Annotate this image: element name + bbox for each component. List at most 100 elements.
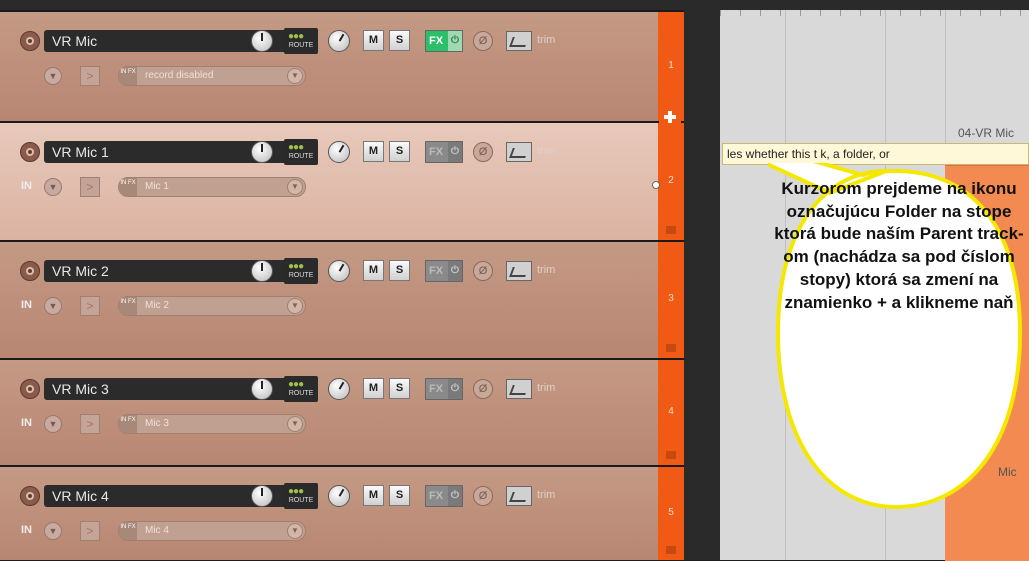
record-arm-icon[interactable]: [20, 142, 40, 162]
fx-button[interactable]: FX ⏻: [425, 141, 463, 163]
track-number-column[interactable]: 4: [658, 358, 684, 465]
resize-handle[interactable]: [652, 181, 660, 189]
monitor-icon[interactable]: >: [80, 296, 100, 316]
envelope-icon[interactable]: [506, 31, 532, 51]
track-number-column[interactable]: 1: [658, 10, 684, 121]
folder-icon[interactable]: [666, 344, 676, 352]
input-select[interactable]: IN FX record disabled ▼: [118, 66, 306, 86]
route-button[interactable]: ●●● ROUTE: [284, 139, 318, 165]
mute-button[interactable]: M: [363, 260, 384, 281]
dropdown-icon[interactable]: ▼: [287, 179, 303, 195]
record-arm-icon[interactable]: [20, 379, 40, 399]
power-icon[interactable]: ⏻: [448, 379, 462, 399]
solo-button[interactable]: S: [389, 260, 410, 281]
fx-button[interactable]: FX ⏻: [425, 260, 463, 282]
in-fx-icon[interactable]: IN FX: [119, 67, 137, 85]
mute-button[interactable]: M: [363, 141, 384, 162]
envelope-icon[interactable]: [506, 379, 532, 399]
phase-icon[interactable]: Ø: [473, 31, 493, 51]
in-fx-icon[interactable]: IN FX: [119, 178, 137, 196]
volume-knob[interactable]: [251, 378, 273, 400]
mute-button[interactable]: M: [363, 30, 384, 51]
pan-knob[interactable]: [328, 30, 350, 52]
phase-icon[interactable]: Ø: [473, 379, 493, 399]
dropdown-icon[interactable]: ▼: [287, 416, 303, 432]
track-panel[interactable]: [0, 358, 658, 465]
record-arm-icon[interactable]: [20, 261, 40, 281]
phase-icon[interactable]: Ø: [473, 142, 493, 162]
power-icon[interactable]: ⏻: [448, 31, 462, 51]
folder-plus-icon[interactable]: [659, 107, 681, 127]
solo-button[interactable]: S: [389, 485, 410, 506]
record-arm-icon[interactable]: [20, 486, 40, 506]
record-arm-icon[interactable]: [20, 31, 40, 51]
input-select[interactable]: IN FX Mic 1 ▼: [118, 177, 306, 197]
input-select[interactable]: IN FX Mic 2 ▼: [118, 296, 306, 316]
pan-knob[interactable]: [328, 260, 350, 282]
track-number: 2: [668, 174, 674, 186]
volume-knob[interactable]: [251, 260, 273, 282]
mute-button[interactable]: M: [363, 378, 384, 399]
input-label: IN: [21, 417, 32, 429]
track-number-column[interactable]: 3: [658, 240, 684, 358]
input-text: Mic 4: [145, 525, 169, 536]
timeline-ruler[interactable]: [720, 10, 1029, 16]
trim-label[interactable]: trim: [537, 489, 555, 501]
mute-button[interactable]: M: [363, 485, 384, 506]
envelope-icon[interactable]: [506, 261, 532, 281]
fx-label: FX: [429, 490, 444, 502]
monitor-icon[interactable]: >: [80, 414, 100, 434]
track-number-column[interactable]: 5: [658, 465, 684, 560]
trim-label[interactable]: trim: [537, 34, 555, 46]
track-number-column[interactable]: 2: [658, 121, 684, 240]
envelope-icon[interactable]: [506, 142, 532, 162]
pan-knob[interactable]: [328, 378, 350, 400]
trim-label[interactable]: trim: [537, 382, 555, 394]
solo-button[interactable]: S: [389, 141, 410, 162]
fx-button[interactable]: FX ⏻: [425, 485, 463, 507]
in-fx-icon[interactable]: IN FX: [119, 415, 137, 433]
folder-icon[interactable]: [666, 451, 676, 459]
in-fx-icon[interactable]: IN FX: [119, 297, 137, 315]
phase-icon[interactable]: Ø: [473, 261, 493, 281]
route-button[interactable]: ●●● ROUTE: [284, 483, 318, 509]
monitor-icon[interactable]: >: [80, 521, 100, 541]
folder-icon[interactable]: [666, 546, 676, 554]
in-fx-icon[interactable]: IN FX: [119, 522, 137, 540]
route-button[interactable]: ●●● ROUTE: [284, 258, 318, 284]
input-select[interactable]: IN FX Mic 3 ▼: [118, 414, 306, 434]
record-mode-icon[interactable]: ▼: [44, 178, 62, 196]
fx-button[interactable]: FX ⏻: [425, 30, 463, 52]
route-button[interactable]: ●●● ROUTE: [284, 28, 318, 54]
dropdown-icon[interactable]: ▼: [287, 523, 303, 539]
volume-knob[interactable]: [251, 30, 273, 52]
record-mode-icon[interactable]: ▼: [44, 67, 62, 85]
track-panel[interactable]: [0, 465, 658, 560]
input-text: Mic 3: [145, 418, 169, 429]
solo-button[interactable]: S: [389, 30, 410, 51]
power-icon[interactable]: ⏻: [448, 142, 462, 162]
record-mode-icon[interactable]: ▼: [44, 415, 62, 433]
phase-icon[interactable]: Ø: [473, 486, 493, 506]
monitor-icon[interactable]: >: [80, 177, 100, 197]
power-icon[interactable]: ⏻: [448, 486, 462, 506]
trim-label[interactable]: trim: [537, 264, 555, 276]
pan-knob[interactable]: [328, 485, 350, 507]
pan-knob[interactable]: [328, 141, 350, 163]
route-button[interactable]: ●●● ROUTE: [284, 376, 318, 402]
volume-knob[interactable]: [251, 141, 273, 163]
dropdown-icon[interactable]: ▼: [287, 298, 303, 314]
input-select[interactable]: IN FX Mic 4 ▼: [118, 521, 306, 541]
monitor-icon[interactable]: >: [80, 66, 100, 86]
io-indicator-icon: ●●●: [288, 31, 304, 42]
fx-button[interactable]: FX ⏻: [425, 378, 463, 400]
power-icon[interactable]: ⏻: [448, 261, 462, 281]
folder-icon[interactable]: [666, 226, 676, 234]
record-mode-icon[interactable]: ▼: [44, 522, 62, 540]
trim-label[interactable]: trim: [537, 145, 555, 157]
record-mode-icon[interactable]: ▼: [44, 297, 62, 315]
volume-knob[interactable]: [251, 485, 273, 507]
solo-button[interactable]: S: [389, 378, 410, 399]
dropdown-icon[interactable]: ▼: [287, 68, 303, 84]
envelope-icon[interactable]: [506, 486, 532, 506]
